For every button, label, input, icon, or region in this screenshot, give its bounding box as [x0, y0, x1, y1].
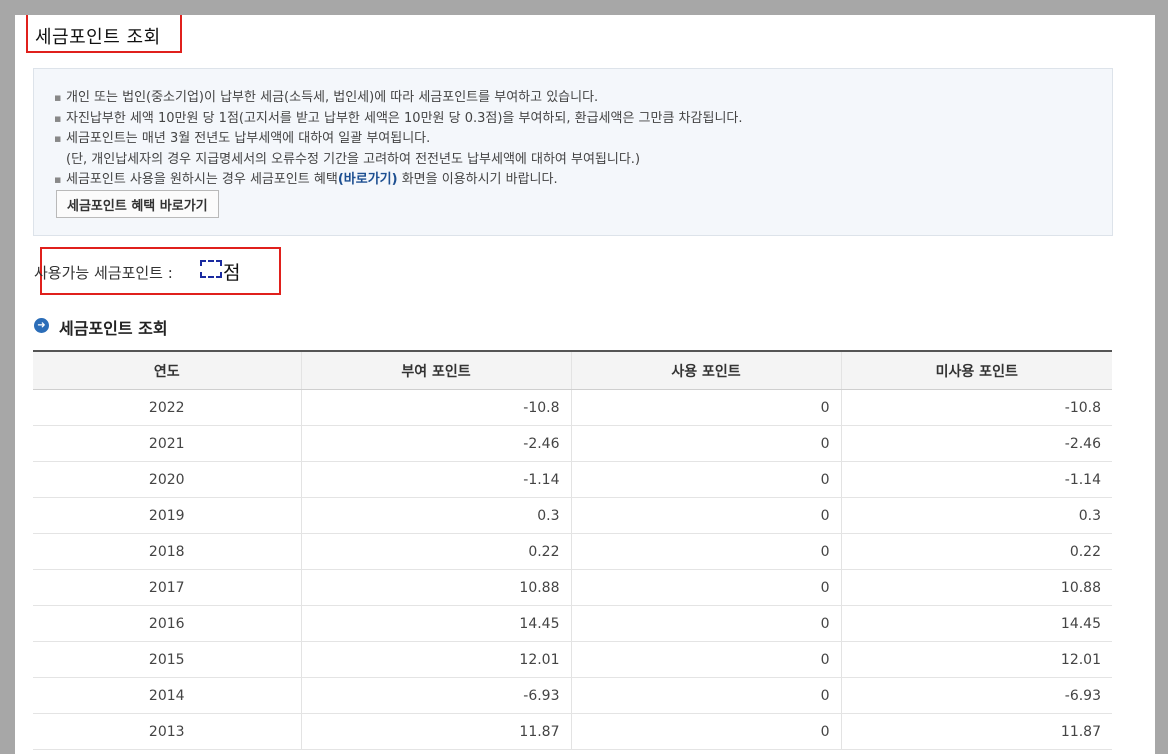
cell-year: 2018	[33, 533, 301, 570]
table-row: 2016 14.45 0 14.45	[33, 605, 1112, 642]
table-row: 2020 -1.14 0 -1.14	[33, 461, 1112, 498]
info-line-1: ▪ 개인 또는 법인(중소기업)이 납부한 세금(소득세, 법인세)에 따라 세금…	[54, 88, 743, 109]
cell-year: 2019	[33, 497, 301, 534]
cell-used: 0	[570, 497, 841, 534]
header-year: 연도	[33, 351, 301, 390]
table-row: 2015 12.01 0 12.01	[33, 641, 1112, 678]
page-title: 세금포인트 조회	[35, 27, 161, 48]
bullet-icon: ▪	[54, 173, 62, 186]
available-points-unit: 점	[223, 262, 241, 284]
cell-unused: -10.8	[840, 389, 1112, 426]
cell-used: 0	[570, 677, 841, 714]
cell-granted: 0.3	[300, 497, 571, 534]
cell-unused: 0.22	[840, 533, 1112, 570]
header-unused: 미사용 포인트	[840, 351, 1112, 390]
cell-granted: 12.01	[300, 641, 571, 678]
cell-unused: -6.93	[840, 677, 1112, 714]
cell-unused: 14.45	[840, 605, 1112, 642]
table-row: 2017 10.88 0 10.88	[33, 569, 1112, 606]
page-container: 세금포인트 조회 ▪ 개인 또는 법인(중소기업)이 납부한 세금(소득세, 법인…	[15, 15, 1155, 754]
cell-unused: -1.14	[840, 461, 1112, 498]
table-row: 2014 -6.93 0 -6.93	[33, 677, 1112, 714]
info-sub-line: (단, 개인납세자의 경우 지급명세서의 오류수정 기간을 고려하여 전전년도 …	[66, 151, 641, 167]
table-header-row: 연도 부여 포인트 사용 포인트 미사용 포인트	[33, 351, 1112, 390]
benefit-shortcut-link[interactable]: (바로가기)	[338, 172, 398, 187]
info-line-2: ▪ 자진납부한 세액 10만원 당 1점(고지서를 받고 납부한 세액은 10만원…	[54, 109, 743, 130]
cell-year: 2022	[33, 389, 301, 426]
redacted-value-mask	[200, 260, 222, 278]
info-line-3: ▪ 세금포인트는 매년 3월 전년도 납부세액에 대하여 일괄 부여됩니다.	[54, 129, 743, 150]
cell-used: 0	[570, 605, 841, 642]
cell-unused: 10.88	[840, 569, 1112, 606]
cell-year: 2017	[33, 569, 301, 606]
cell-used: 0	[570, 389, 841, 426]
cell-used: 0	[570, 569, 841, 606]
benefit-shortcut-button[interactable]: 세금포인트 혜택 바로가기	[56, 190, 219, 218]
cell-granted: 11.87	[300, 713, 571, 750]
cell-year: 2016	[33, 605, 301, 642]
cell-granted: -10.8	[300, 389, 571, 426]
cell-year: 2013	[33, 713, 301, 750]
bullet-icon: ▪	[54, 132, 62, 145]
info-line-4: ▪ 세금포인트 사용을 원하시는 경우 세금포인트 혜택(바로가기) 화면을 이용…	[54, 170, 743, 191]
cell-used: 0	[570, 425, 841, 462]
section-title: 세금포인트 조회	[59, 319, 168, 338]
cell-unused: 0.3	[840, 497, 1112, 534]
cell-year: 2021	[33, 425, 301, 462]
table-row: 2013 11.87 0 11.87	[33, 713, 1112, 750]
info-box: ▪ 개인 또는 법인(중소기업)이 납부한 세금(소득세, 법인세)에 따라 세금…	[33, 68, 1113, 236]
points-table: 연도 부여 포인트 사용 포인트 미사용 포인트 2022 -10.8 0 -10.8…	[33, 350, 1112, 750]
available-points-label: 사용가능 세금포인트 :	[34, 264, 173, 282]
cell-granted: -2.46	[300, 425, 571, 462]
table-row: 2019 0.3 0 0.3	[33, 497, 1112, 534]
bullet-icon: ▪	[54, 91, 62, 104]
cell-unused: 11.87	[840, 713, 1112, 750]
table-row: 2021 -2.46 0 -2.46	[33, 425, 1112, 462]
cell-unused: -2.46	[840, 425, 1112, 462]
cell-granted: -1.14	[300, 461, 571, 498]
bullet-icon: ▪	[54, 111, 62, 125]
cell-unused: 12.01	[840, 641, 1112, 678]
cell-granted: -6.93	[300, 677, 571, 714]
cell-granted: 10.88	[300, 569, 571, 606]
cell-used: 0	[570, 533, 841, 570]
cell-granted: 14.45	[300, 605, 571, 642]
cell-year: 2015	[33, 641, 301, 678]
header-used: 사용 포인트	[570, 351, 841, 390]
cell-used: 0	[570, 641, 841, 678]
table-row: 2022 -10.8 0 -10.8	[33, 389, 1112, 426]
arrow-right-circle-icon: ➜	[34, 318, 49, 333]
cell-used: 0	[570, 713, 841, 750]
header-granted: 부여 포인트	[300, 351, 571, 390]
table-row: 2018 0.22 0 0.22	[33, 533, 1112, 570]
cell-used: 0	[570, 461, 841, 498]
info-list: ▪ 개인 또는 법인(중소기업)이 납부한 세금(소득세, 법인세)에 따라 세금…	[54, 88, 743, 191]
cell-year: 2014	[33, 677, 301, 714]
cell-year: 2020	[33, 461, 301, 498]
cell-granted: 0.22	[300, 533, 571, 570]
